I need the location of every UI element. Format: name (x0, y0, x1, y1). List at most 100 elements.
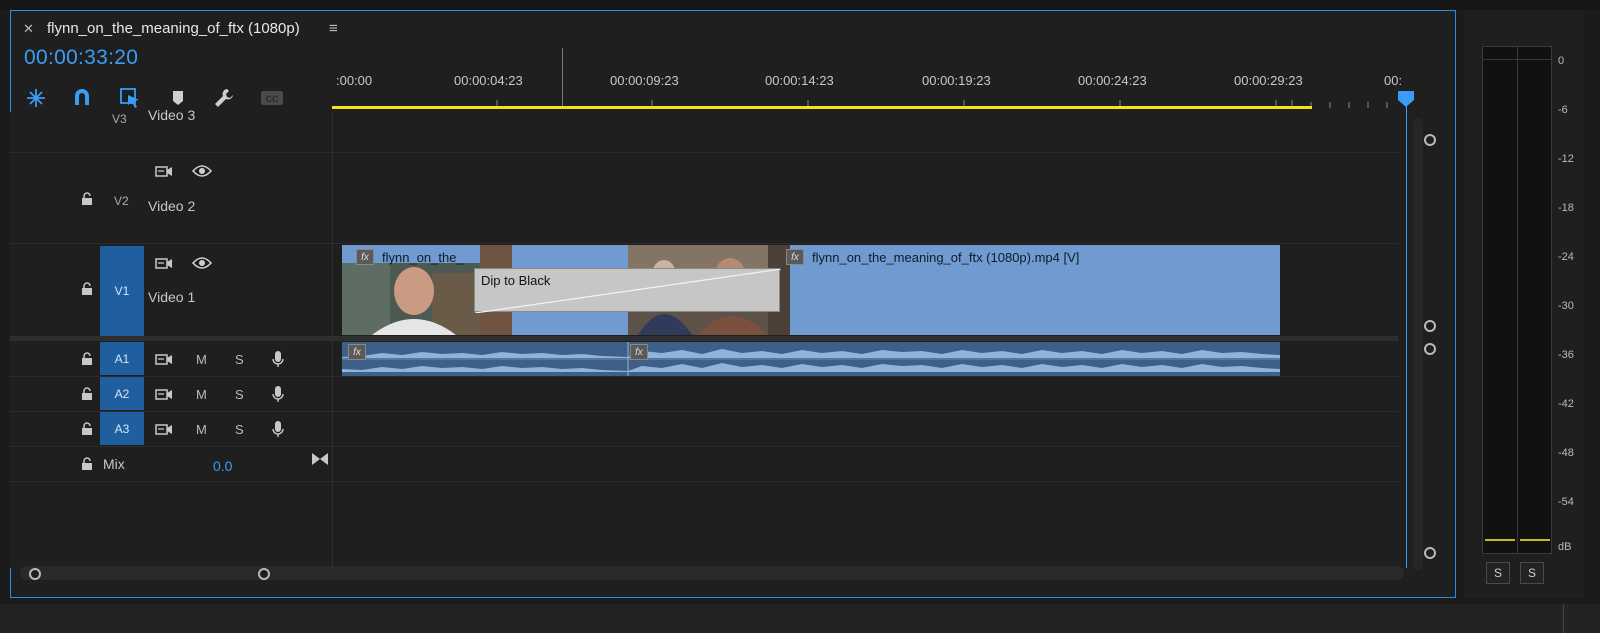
zoom-scroll-handle-left[interactable] (29, 568, 41, 580)
microphone-icon[interactable] (268, 420, 288, 438)
row-separator (10, 152, 1398, 153)
playhead-line (1406, 104, 1407, 568)
db-label: -30 (1558, 300, 1574, 312)
time-ruler[interactable]: :00:00 00:00:04:23 00:00:09:23 00:00:14:… (332, 60, 1402, 112)
lock-icon[interactable] (80, 282, 94, 296)
audio-clip-main[interactable]: fx fx (342, 342, 1280, 376)
snap-icon[interactable] (70, 86, 94, 110)
lock-icon[interactable] (80, 352, 94, 366)
zoom-scroll-handle-right[interactable] (258, 568, 270, 580)
horizontal-scrollbar[interactable] (20, 566, 1404, 580)
lock-icon[interactable] (80, 192, 94, 206)
toggle-sync-lock-icon[interactable] (154, 420, 174, 438)
db-unit-label: dB (1558, 541, 1572, 553)
audio-zoom-handle-bottom[interactable] (1424, 547, 1436, 559)
row-separator (10, 446, 1398, 447)
fx-badge[interactable]: fx (356, 249, 374, 265)
track-target-a2[interactable]: A2 (100, 377, 144, 410)
close-tab-icon[interactable]: ✕ (23, 21, 34, 37)
mix-track-name: Mix (103, 456, 125, 472)
track-id-v2[interactable]: V2 (114, 194, 129, 208)
ruler-label: 00: (1384, 73, 1403, 88)
db-label: -24 (1558, 251, 1574, 263)
hover-cursor-line (562, 48, 563, 106)
dip-to-black-transition[interactable]: Dip to Black (474, 268, 781, 313)
microphone-icon[interactable] (268, 350, 288, 368)
toggle-sync-lock-icon[interactable] (154, 385, 174, 403)
track-target-a3[interactable]: A3 (100, 412, 144, 445)
captions-icon[interactable]: CC (260, 86, 284, 110)
track-name-v2: Video 2 (148, 198, 196, 214)
db-label: -54 (1558, 496, 1574, 508)
lock-icon[interactable] (80, 422, 94, 436)
fx-badge[interactable]: fx (630, 344, 648, 360)
fx-badge[interactable]: fx (348, 344, 366, 360)
clip-thumbnail-left (342, 263, 480, 335)
row-separator (10, 376, 1398, 377)
clip-name-left: flynn_on_the_ (382, 250, 464, 265)
ruler-label: :00:00 (336, 73, 373, 88)
sequence-tab-title[interactable]: flynn_on_the_meaning_of_ftx (1080p) (47, 20, 300, 37)
meter-level-left (1485, 539, 1515, 541)
window-top-strip (0, 0, 1600, 10)
wrench-settings-icon[interactable] (212, 86, 236, 110)
ruler-label: 00:00:14:23 (765, 73, 834, 88)
video-zoom-handle-top[interactable] (1424, 134, 1436, 146)
lock-icon[interactable] (80, 387, 94, 401)
db-label: -12 (1558, 153, 1574, 165)
audio-meter (1482, 46, 1552, 554)
audio-zoom-handle-top[interactable] (1424, 343, 1436, 355)
solo-button-a3[interactable]: S (235, 422, 244, 437)
row-separator (10, 481, 1398, 482)
db-label: -6 (1558, 104, 1568, 116)
bowtie-icon[interactable] (310, 450, 330, 468)
solo-button-a1[interactable]: S (235, 352, 244, 367)
svg-text:CC: CC (266, 94, 279, 104)
toggle-sync-lock-icon[interactable] (154, 254, 174, 272)
row-separator (10, 411, 1398, 412)
audio-waveform (342, 342, 1280, 376)
eye-icon[interactable] (192, 254, 212, 272)
db-label: -36 (1558, 349, 1574, 361)
meter-channel-divider (1517, 47, 1518, 553)
panel-menu-icon[interactable]: ≡ (329, 20, 338, 37)
mute-button-a1[interactable]: M (196, 352, 207, 367)
mute-button-a3[interactable]: M (196, 422, 207, 437)
work-area-bar[interactable] (332, 106, 1312, 109)
solo-right-button[interactable]: S (1520, 562, 1544, 584)
playhead-timecode[interactable]: 00:00:33:20 (24, 46, 138, 70)
clip-name-right: flynn_on_the_meaning_of_ftx (1080p).mp4 … (812, 250, 1080, 265)
lock-icon[interactable] (80, 457, 94, 471)
ruler-label: 00:00:09:23 (610, 73, 679, 88)
solo-button-a2[interactable]: S (235, 387, 244, 402)
track-target-v1[interactable]: V1 (100, 246, 144, 336)
db-label: -48 (1558, 447, 1574, 459)
linked-selection-icon[interactable] (118, 86, 142, 110)
mix-volume-value[interactable]: 0.0 (213, 458, 232, 474)
toggle-sync-lock-icon[interactable] (154, 350, 174, 368)
mute-button-a2[interactable]: M (196, 387, 207, 402)
header-divider (332, 112, 333, 568)
panel-tab-bar: ✕ flynn_on_the_meaning_of_ftx (1080p) ≡ (11, 11, 1455, 47)
track-id-v3[interactable]: V3 (112, 112, 127, 126)
row-separator (10, 243, 1398, 244)
video-audio-divider[interactable] (10, 336, 1398, 341)
bottom-strip-divider (1563, 604, 1564, 633)
bottom-status-strip (0, 604, 1600, 633)
ruler-label: 00:00:24:23 (1078, 73, 1147, 88)
solo-left-button[interactable]: S (1486, 562, 1510, 584)
ruler-label: 00:00:29:23 (1234, 73, 1303, 88)
eye-icon[interactable] (192, 162, 212, 180)
meter-level-right (1520, 539, 1550, 541)
toggle-sync-lock-icon[interactable] (154, 162, 174, 180)
vertical-scrollbar[interactable] (1413, 118, 1423, 570)
ruler-label: 00:00:04:23 (454, 73, 523, 88)
ruler-label: 00:00:19:23 (922, 73, 991, 88)
track-target-a1[interactable]: A1 (100, 342, 144, 375)
microphone-icon[interactable] (268, 385, 288, 403)
db-label: 0 (1558, 55, 1565, 67)
fx-badge[interactable]: fx (786, 249, 804, 265)
track-name-v1: Video 1 (148, 289, 196, 305)
nest-sequence-icon[interactable] (24, 86, 48, 110)
video-zoom-handle-bottom[interactable] (1424, 320, 1436, 332)
